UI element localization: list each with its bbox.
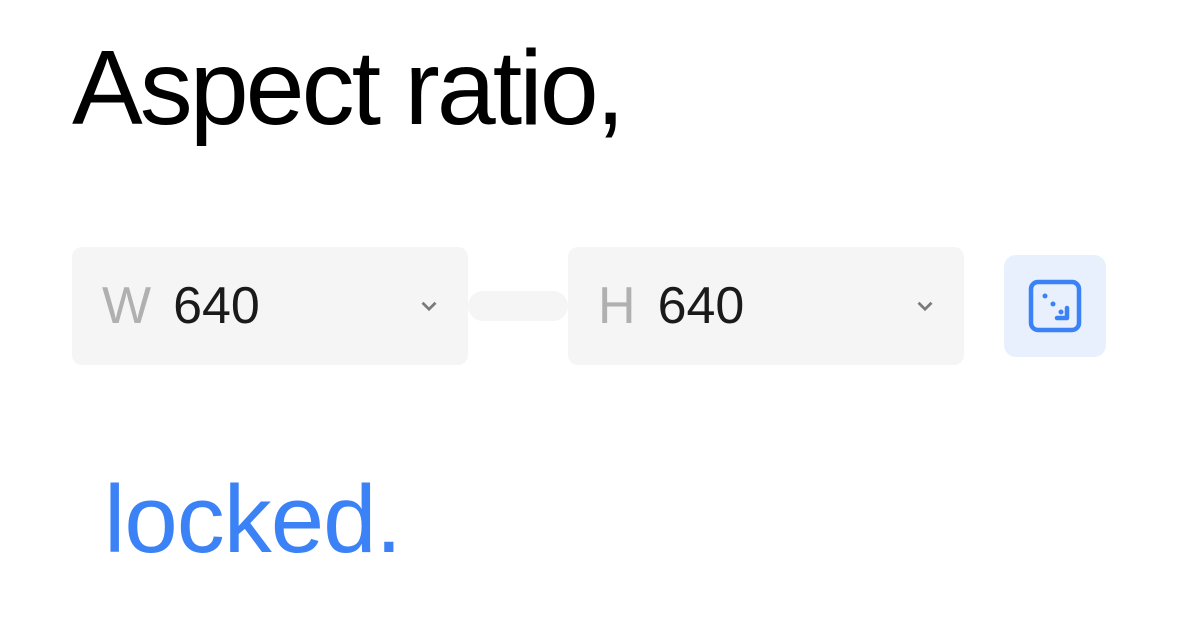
width-label: W [102, 276, 151, 336]
height-label: H [598, 276, 636, 336]
dimension-controls: W 640 H 640 [72, 247, 1128, 365]
link-connector [468, 291, 568, 321]
aspect-ratio-lock-button[interactable] [1004, 255, 1106, 357]
page-title: Aspect ratio, [72, 30, 1128, 147]
chevron-down-icon[interactable] [416, 293, 442, 319]
aspect-ratio-panel: Aspect ratio, W 640 H 640 [0, 0, 1200, 575]
chevron-down-icon[interactable] [912, 293, 938, 319]
height-input-group[interactable]: H 640 [568, 247, 964, 365]
width-value[interactable]: 640 [173, 276, 416, 336]
width-input-group[interactable]: W 640 [72, 247, 468, 365]
height-value[interactable]: 640 [658, 276, 912, 336]
aspect-ratio-lock-icon [1025, 276, 1085, 336]
status-subtitle: locked. [104, 465, 1128, 575]
